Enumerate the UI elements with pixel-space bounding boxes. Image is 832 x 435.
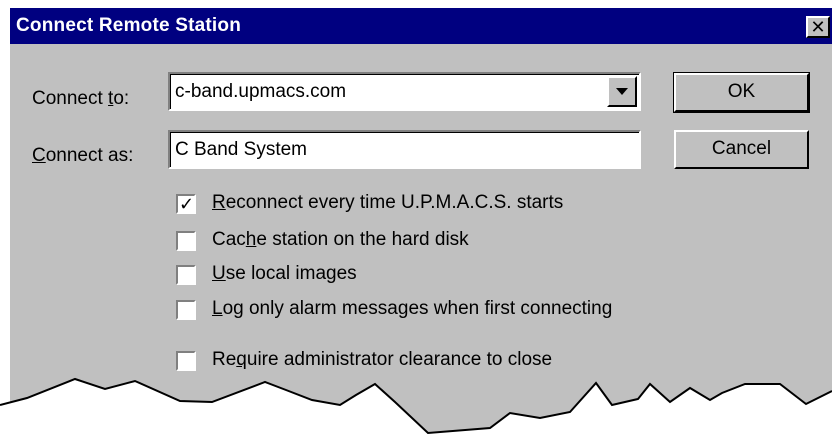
torn-edge-decoration <box>0 377 832 435</box>
